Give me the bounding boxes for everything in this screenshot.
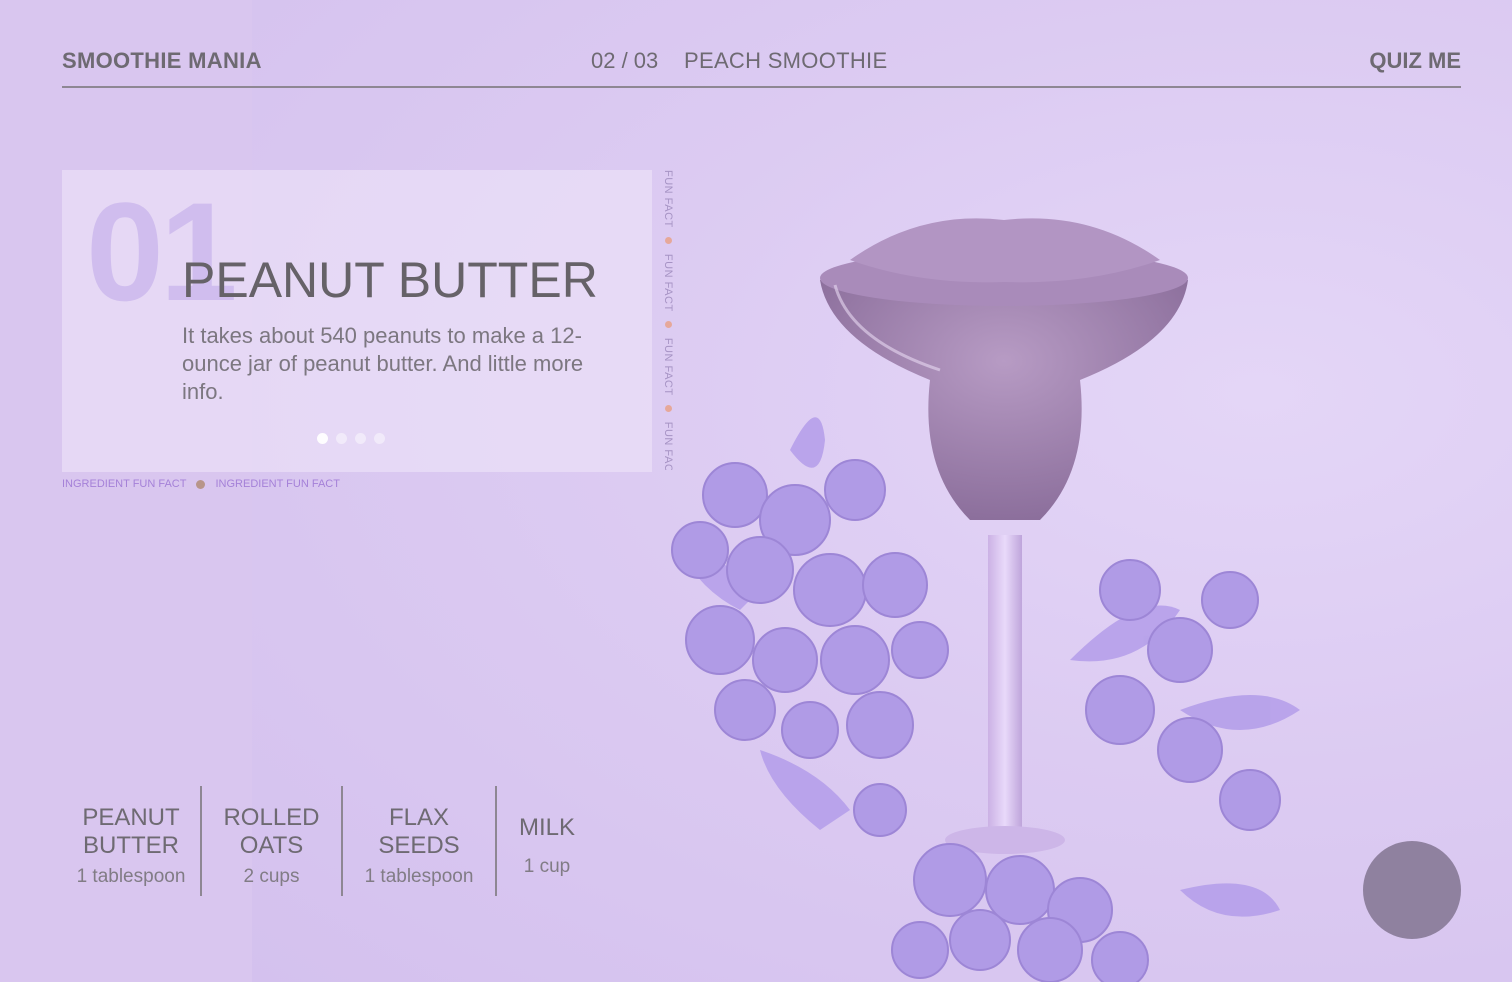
top-bar: SMOOTHIE MANIA 02 / 03 PEACH SMOOTHIE QU… [62,44,1461,88]
ingredient-quantity: 2 cups [243,866,300,887]
vertical-fun-fact-strip: FUN FACT FUN FACT FUN FACT FUN FACT [658,170,674,470]
separator-dot [196,479,206,489]
pager-dot[interactable] [336,433,347,444]
pager-dot[interactable] [374,433,385,444]
quiz-me-link[interactable]: QUIZ ME [1369,48,1461,74]
ingredient-item[interactable]: ROLLED OATS 2 cups [200,786,341,896]
ingredient-name: MILK [518,814,575,841]
separator-dot [664,237,672,245]
fun-fact-card: 01 PEANUT BUTTER It takes about 540 pean… [62,170,652,472]
ingredient-name: ROLLED OATS [223,804,320,859]
fact-title: PEANUT BUTTER [182,252,598,308]
vertical-label: FUN FACT [662,337,674,396]
brand-logo[interactable]: SMOOTHIE MANIA [62,48,262,74]
ingredient-name: PEANUT BUTTER [82,804,180,859]
vertical-label: FUN FACT [662,170,674,228]
pager-dot[interactable] [317,433,328,444]
ingredient-quantity: 1 tablespoon [76,866,186,887]
ingredient-quantity: 1 cup [523,856,571,877]
smoothie-illustration [671,218,1300,982]
ingredient-name: FLAX SEEDS [378,804,460,859]
pager-dot[interactable] [355,433,366,444]
ingredient-item[interactable]: MILK 1 cup [495,786,597,896]
ingredient-fun-fact-link[interactable]: INGREDIENT FUN FACT [215,478,339,490]
smoothie-title: PEACH SMOOTHIE [684,48,888,73]
ingredient-item[interactable]: FLAX SEEDS 1 tablespoon [341,786,495,896]
separator-dot [664,405,672,413]
separator-dot [664,321,672,329]
ingredient-item[interactable]: PEANUT BUTTER 1 tablespoon [62,786,200,896]
ingredient-fun-fact-link[interactable]: INGREDIENT FUN FACT [62,478,186,490]
circle-button[interactable] [1363,841,1461,939]
fact-pager [317,433,385,444]
slide-counter: 02 / 03 [591,48,659,73]
fact-links: INGREDIENT FUN FACT INGREDIENT FUN FACT [62,478,340,490]
vertical-label: FUN FACT [662,253,674,312]
ingredient-list: PEANUT BUTTER 1 tablespoon ROLLED OATS 2 c… [62,786,597,896]
vertical-label: FUN FACT [662,421,674,470]
ingredient-quantity: 1 tablespoon [364,866,474,887]
fact-text: It takes about 540 peanuts to make a 12-… [182,323,584,404]
